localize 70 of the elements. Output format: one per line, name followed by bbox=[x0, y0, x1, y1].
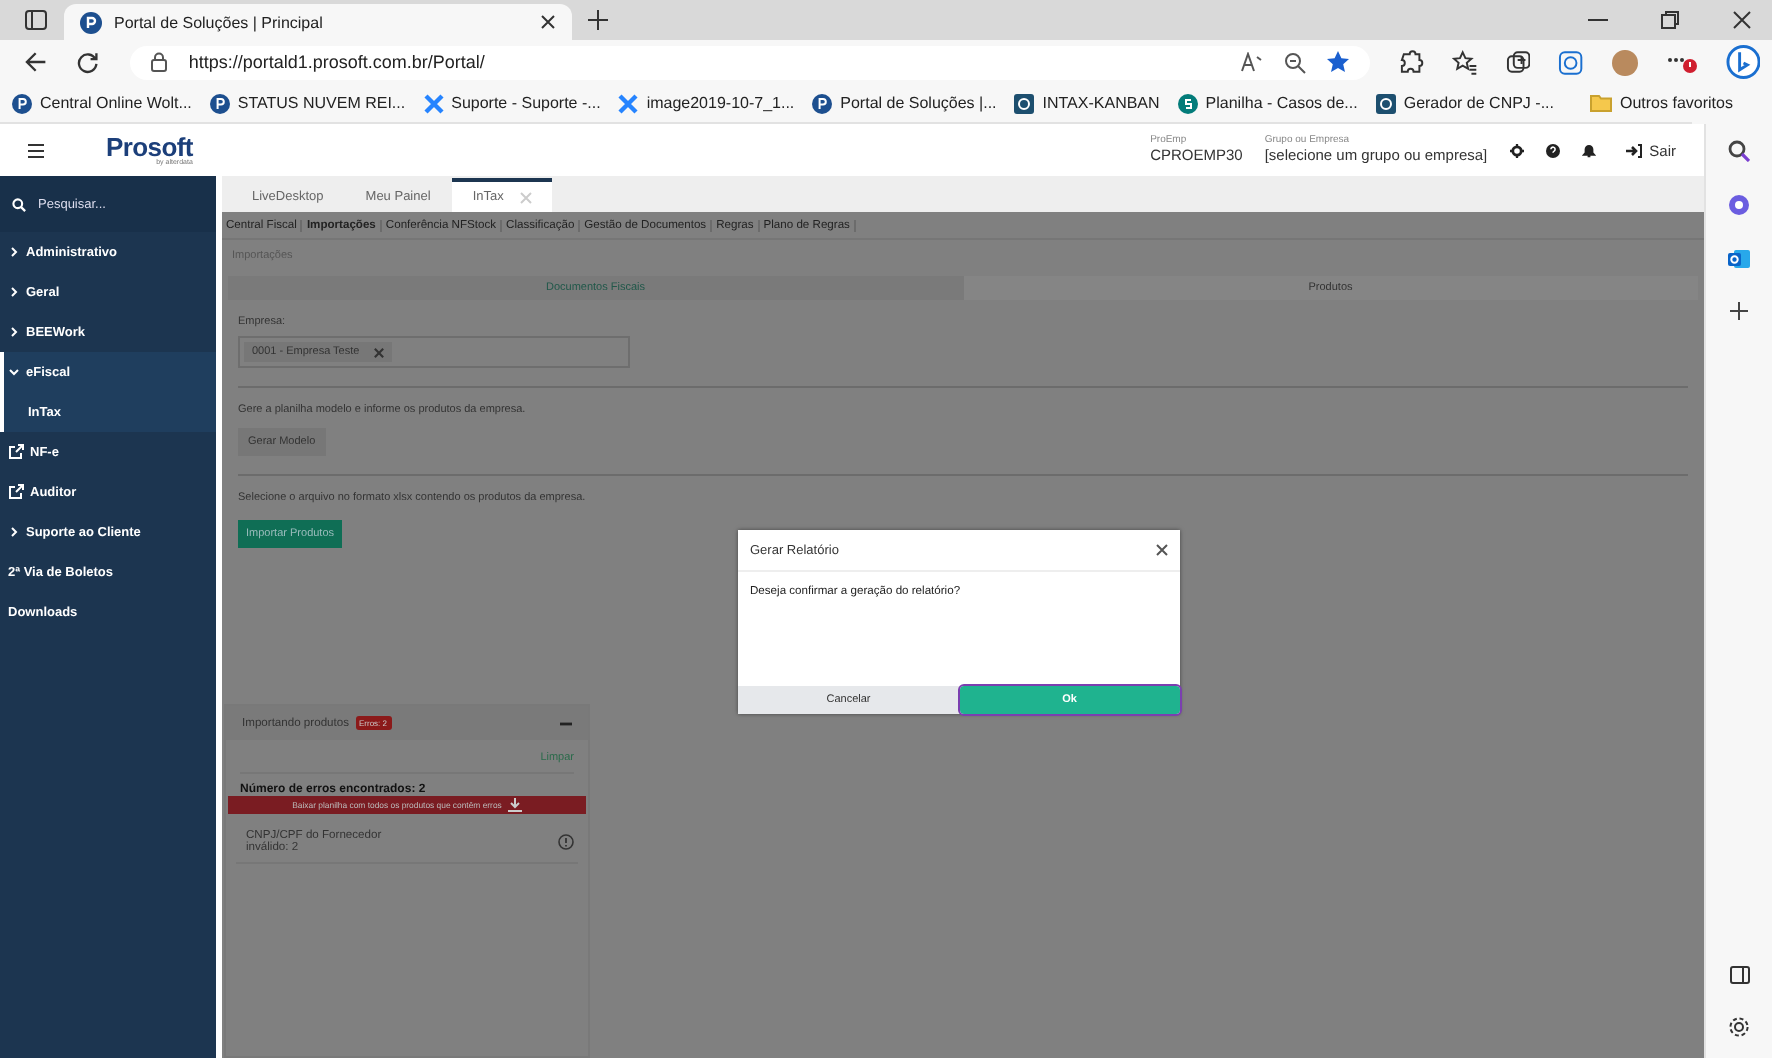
tab-actions-icon[interactable] bbox=[24, 8, 48, 32]
external-link-icon bbox=[8, 484, 24, 500]
bookmark-link[interactable]: Suporte - Suporte -... bbox=[423, 93, 601, 113]
chevron-icon bbox=[8, 526, 20, 538]
bookmark-label: Planilha - Casos de... bbox=[1205, 94, 1358, 112]
download-icon bbox=[507, 798, 522, 812]
info-icon[interactable] bbox=[558, 834, 574, 850]
tab-title: Portal de Soluções | Principal bbox=[114, 13, 323, 31]
close-icon[interactable] bbox=[1732, 10, 1752, 30]
settings-icon[interactable] bbox=[1728, 1016, 1750, 1038]
new-tab-icon[interactable] bbox=[588, 10, 608, 30]
read-aloud-icon[interactable] bbox=[1240, 52, 1265, 72]
favorites-icon[interactable] bbox=[1451, 49, 1478, 75]
refresh-icon[interactable] bbox=[75, 50, 99, 74]
bookmark-label: image2019-10-7_1... bbox=[646, 94, 795, 112]
bell-icon[interactable] bbox=[1581, 143, 1596, 157]
sheet-icon bbox=[1177, 93, 1198, 113]
remove-icon[interactable] bbox=[373, 347, 384, 357]
settings-icon[interactable] bbox=[1509, 143, 1524, 157]
bookmark-label: Central Online Wolt... bbox=[40, 94, 192, 112]
site-icon bbox=[12, 93, 32, 113]
logout-icon bbox=[1625, 143, 1642, 157]
folder-icon bbox=[1589, 94, 1612, 112]
bookmark-label: INTAX-KANBAN bbox=[1042, 94, 1160, 112]
close-icon[interactable] bbox=[540, 14, 556, 30]
restore-icon[interactable] bbox=[1660, 10, 1680, 30]
menu-icon[interactable] bbox=[28, 143, 44, 157]
search-icon[interactable] bbox=[1728, 140, 1750, 162]
chevron-icon bbox=[8, 246, 20, 258]
mail-icon[interactable] bbox=[1728, 248, 1750, 270]
shapes-icon[interactable] bbox=[1728, 194, 1750, 216]
bookmark-link[interactable]: Portal de Soluções |... bbox=[812, 93, 997, 113]
site-icon bbox=[209, 93, 230, 113]
site-icon bbox=[80, 11, 102, 33]
cross-icon bbox=[618, 93, 639, 113]
zoom-out-icon[interactable] bbox=[1284, 51, 1307, 73]
bookmark-label: Portal de Soluções |... bbox=[840, 94, 997, 112]
bookmark-link[interactable]: Central Online Wolt... bbox=[12, 93, 192, 113]
close-icon[interactable] bbox=[1156, 544, 1168, 556]
bookmark-folder[interactable]: Outros favoritos bbox=[1589, 94, 1733, 112]
cross-icon bbox=[423, 93, 444, 113]
browser-tab[interactable]: Portal de Soluções | Principal bbox=[64, 4, 572, 40]
chevron-icon bbox=[8, 326, 20, 338]
lock-icon bbox=[150, 52, 169, 72]
bookmark-link[interactable]: STATUS NUVEM REI... bbox=[209, 93, 406, 113]
bookmark-label: STATUS NUVEM REI... bbox=[237, 94, 406, 112]
sidebar-panel-icon[interactable] bbox=[1729, 966, 1749, 984]
site-icon bbox=[812, 93, 833, 113]
chevron-icon bbox=[8, 286, 20, 298]
help-icon[interactable] bbox=[1545, 143, 1560, 157]
extension-icon[interactable] bbox=[1398, 49, 1424, 75]
external-link-icon bbox=[8, 444, 24, 460]
star-icon[interactable] bbox=[1326, 50, 1351, 74]
site-icon bbox=[1375, 93, 1396, 113]
site-icon bbox=[1014, 93, 1035, 113]
bookmark-label: Gerador de CNPJ -... bbox=[1403, 94, 1554, 112]
back-arrow-icon[interactable] bbox=[24, 50, 48, 74]
bookmark-link[interactable]: Planilha - Casos de... bbox=[1177, 93, 1358, 113]
search-icon bbox=[12, 197, 26, 211]
browser-essentials-icon[interactable] bbox=[1558, 49, 1584, 75]
bookmark-link[interactable]: Gerador de CNPJ -... bbox=[1375, 93, 1554, 113]
bookmark-link[interactable]: image2019-10-7_1... bbox=[618, 93, 795, 113]
bookmark-label: Suporte - Suporte -... bbox=[451, 94, 601, 112]
profile-avatar[interactable] bbox=[1611, 49, 1638, 75]
chevron-icon bbox=[8, 366, 20, 378]
add-icon[interactable] bbox=[1730, 302, 1748, 320]
address-bar[interactable]: https://portald1.prosoft.com.br/Portal/ bbox=[130, 45, 1371, 79]
collections-icon[interactable] bbox=[1505, 49, 1531, 75]
bookmark-link[interactable]: INTAX-KANBAN bbox=[1014, 93, 1160, 113]
logo-text: Prosoft bbox=[106, 133, 193, 160]
